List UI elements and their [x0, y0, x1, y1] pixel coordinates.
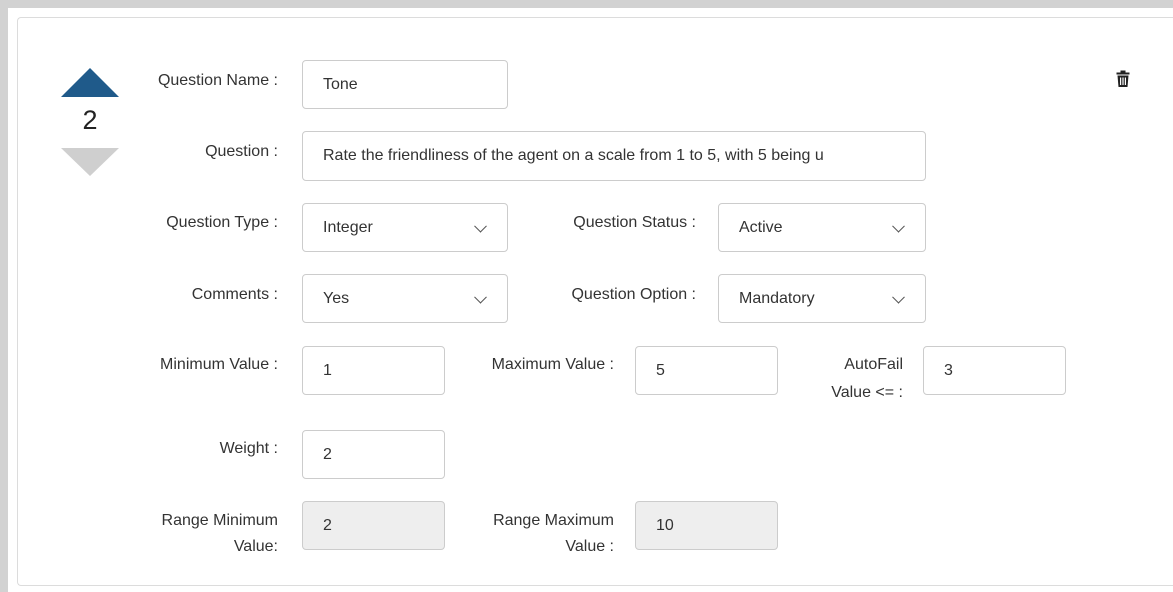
- range-minimum-label-line1: Range Minimum: [161, 512, 278, 529]
- range-minimum-label: Range Minimum Value:: [100, 510, 278, 558]
- chevron-down-icon: [474, 219, 487, 233]
- maximum-value-label: Maximum Value :: [491, 356, 614, 373]
- question-value: Rate the friendliness of the agent on a …: [323, 147, 824, 164]
- range-maximum-label-line1: Range Maximum: [493, 512, 614, 529]
- comments-select[interactable]: Yes: [302, 274, 508, 323]
- range-minimum-value: 2: [323, 516, 332, 534]
- question-input[interactable]: Rate the friendliness of the agent on a …: [302, 131, 926, 181]
- question-order-number: 2: [82, 105, 98, 135]
- chevron-down-icon: [474, 290, 487, 304]
- range-minimum-input: 2: [302, 501, 445, 550]
- comments-value: Yes: [323, 289, 350, 307]
- comments-label: Comments :: [191, 286, 278, 303]
- maximum-value-value: 5: [656, 361, 665, 379]
- range-maximum-value: 10: [656, 516, 674, 534]
- trash-icon[interactable]: [1116, 70, 1130, 88]
- weight-value: 2: [323, 445, 332, 463]
- autofail-input[interactable]: 3: [923, 346, 1066, 395]
- weight-input[interactable]: 2: [302, 430, 445, 479]
- autofail-label-line2: Value <= :: [831, 384, 903, 401]
- autofail-label-line1: AutoFail: [844, 356, 903, 373]
- maximum-value-input[interactable]: 5: [635, 346, 778, 395]
- question-status-select[interactable]: Active: [718, 203, 926, 252]
- chevron-down-icon: [892, 290, 905, 304]
- question-status-value: Active: [739, 218, 783, 236]
- move-down-icon[interactable]: [61, 148, 119, 176]
- question-name-input[interactable]: Tone: [302, 60, 508, 109]
- minimum-value-value: 1: [323, 361, 332, 379]
- autofail-value: 3: [944, 361, 953, 379]
- minimum-value-label: Minimum Value :: [160, 356, 278, 373]
- range-minimum-label-line2: Value:: [233, 538, 278, 555]
- range-maximum-label: Range Maximum Value :: [450, 510, 614, 558]
- question-status-label: Question Status :: [573, 214, 696, 231]
- question-type-value: Integer: [323, 218, 373, 236]
- question-name-label: Question Name :: [157, 72, 278, 89]
- question-label: Question :: [205, 143, 278, 160]
- minimum-value-input[interactable]: 1: [302, 346, 445, 395]
- move-up-icon[interactable]: [61, 68, 119, 97]
- range-maximum-input: 10: [635, 501, 778, 550]
- question-option-select[interactable]: Mandatory: [718, 274, 926, 323]
- question-type-label: Question Type :: [166, 214, 278, 231]
- question-type-select[interactable]: Integer: [302, 203, 508, 252]
- chevron-down-icon: [892, 219, 905, 233]
- range-maximum-label-line2: Value :: [565, 538, 614, 555]
- question-option-value: Mandatory: [739, 289, 815, 307]
- autofail-label: AutoFail Value <= :: [790, 354, 903, 404]
- question-name-value: Tone: [323, 75, 358, 93]
- weight-label: Weight :: [219, 440, 278, 457]
- question-option-label: Question Option :: [571, 286, 696, 303]
